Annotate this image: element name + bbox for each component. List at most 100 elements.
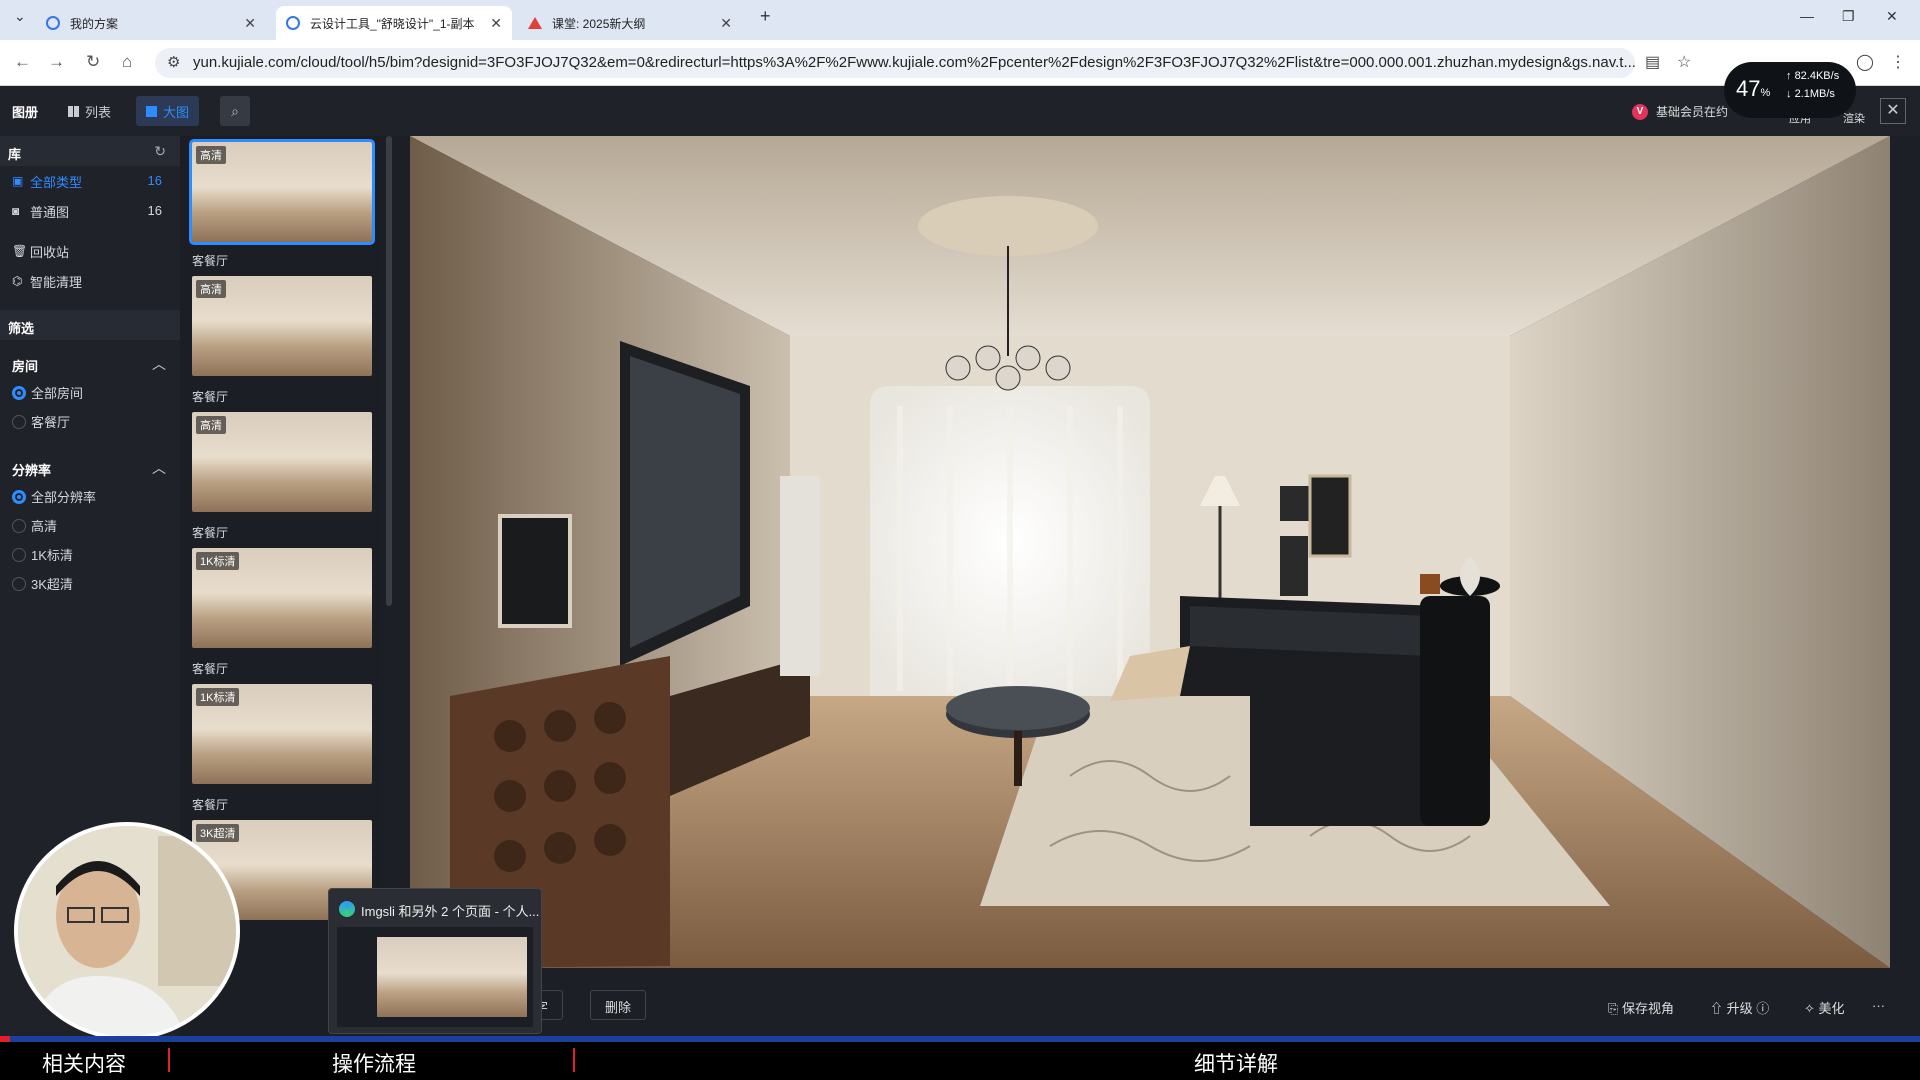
vip-icon: V	[1632, 103, 1648, 120]
chevron-up-icon[interactable]: ︿	[152, 354, 166, 374]
bottom-action-bar: 字 删除 ⎘ 保存视角 ⇧ 升级 ⓘ ✧ 美化 ···	[410, 984, 1890, 1026]
resolution-option-hd[interactable]: 高清	[0, 511, 180, 540]
list-view-button[interactable]: 列表	[58, 96, 121, 126]
minimize-icon[interactable]: —	[1800, 8, 1814, 24]
option-label: 1K标清	[31, 548, 73, 563]
kujiale-icon	[286, 16, 300, 30]
reload-icon[interactable]: ↻	[86, 52, 100, 72]
bookmark-star-icon[interactable]: ☆	[1677, 52, 1691, 72]
close-tab-icon[interactable]: ✕	[490, 15, 502, 32]
thumbnail[interactable]: 1K标清	[192, 548, 372, 648]
save-view-icon: ⎘	[1608, 1001, 1623, 1016]
search-icon: ⌕	[231, 103, 239, 119]
popup-title: Imgsli 和另外 2 个页面 - 个人...	[361, 904, 540, 919]
save-view-button[interactable]: ⎘ 保存视角	[1608, 998, 1674, 1017]
upload-speed-value: 82.4KB/s	[1794, 70, 1840, 82]
screen: { "browser": { "tabs": [ {"title": "我的方案…	[0, 0, 1920, 1080]
site-settings-icon[interactable]: ⚙	[167, 53, 180, 71]
window-preview-popup[interactable]: Imgsli 和另外 2 个页面 - 个人...	[328, 888, 542, 1034]
resolution-badge: 1K标清	[196, 688, 240, 706]
tab-course[interactable]: 课堂: 2025新大纲 ✕	[518, 6, 742, 40]
trash-item[interactable]: 🗑 回收站	[0, 236, 180, 266]
beautify-button[interactable]: ✧ 美化	[1804, 998, 1845, 1017]
resolution-badge: 高清	[196, 416, 226, 434]
resolution-option-3k[interactable]: 3K超清	[0, 569, 180, 598]
refresh-icon[interactable]: ↻	[154, 143, 166, 160]
living-room-render	[410, 136, 1890, 968]
caption-process: 操作流程	[332, 1053, 416, 1076]
download-speed-value: 2.1MB/s	[1794, 88, 1835, 100]
radio-icon	[12, 547, 26, 562]
clipboard-icon[interactable]: ▤	[1645, 52, 1660, 72]
percent-unit: %	[1760, 87, 1771, 99]
forward-icon[interactable]: →	[48, 52, 65, 72]
thumbnail[interactable]: 1K标清	[192, 684, 372, 784]
more-button[interactable]: ···	[1872, 998, 1885, 1013]
thumbnail[interactable]: 高清	[192, 412, 372, 512]
tab-design-tool[interactable]: 云设计工具_"舒晓设计"_1-副本 ✕	[276, 6, 512, 40]
smart-clean-item[interactable]: ⌬ 智能清理	[0, 266, 180, 296]
room-option-living[interactable]: 客餐厅	[0, 407, 180, 436]
radio-icon	[12, 576, 26, 591]
search-button[interactable]: ⌕	[220, 96, 250, 126]
beautify-label: 美化	[1818, 1001, 1845, 1016]
close-panel-button[interactable]: ✕	[1880, 98, 1906, 124]
tab-title: 云设计工具_"舒晓设计"_1-副本	[310, 16, 475, 31]
chevron-up-icon[interactable]: ︿	[152, 458, 166, 478]
room-filter-title[interactable]: 房间 ︿	[0, 348, 180, 378]
grid-icon	[68, 105, 79, 117]
profile-icon[interactable]: ◯	[1856, 52, 1874, 72]
close-tab-icon[interactable]: ✕	[244, 15, 256, 32]
home-icon[interactable]: ⌂	[122, 52, 132, 72]
large-view-button[interactable]: 大图	[136, 96, 200, 126]
resolution-filter-title[interactable]: 分辨率 ︿	[0, 452, 180, 482]
caption-related: 相关内容	[42, 1053, 126, 1076]
webcam-overlay	[14, 822, 240, 1040]
back-icon[interactable]: ←	[14, 52, 31, 72]
resolution-option-1k[interactable]: 1K标清	[0, 540, 180, 569]
thumbnail[interactable]: 高清	[192, 276, 372, 376]
caption-details: 细节详解	[1194, 1053, 1278, 1076]
broom-icon: ⌬	[12, 274, 23, 288]
render-label: 渲染	[1843, 113, 1865, 125]
close-tab-icon[interactable]: ✕	[720, 15, 732, 32]
restore-icon[interactable]: ❐	[1842, 8, 1855, 25]
app-toolbar: 图册 列表 大图 ⌕ V 基础会员在约 应用 渲染 ✕	[0, 86, 1920, 136]
large-view-label: 大图	[163, 104, 190, 120]
tab-my-plans[interactable]: 我的方案 ✕	[36, 6, 266, 40]
thumbnail[interactable]: 高清	[189, 139, 375, 245]
upgrade-icon: ⇧	[1710, 1001, 1727, 1016]
url-field[interactable]: ⚙ yun.kujiale.com/cloud/tool/h5/bim?desi…	[155, 48, 1635, 78]
thumbnail-scrollbar[interactable]	[386, 136, 392, 606]
type-all[interactable]: ▣ 全部类型 16	[0, 166, 180, 196]
filter-label: 筛选	[8, 321, 35, 336]
download-speed: ↓ 2.1MB/s	[1786, 88, 1835, 100]
image-icon	[146, 105, 157, 117]
rendered-image[interactable]	[410, 136, 1890, 968]
upload-speed: ↑ 82.4KB/s	[1786, 70, 1840, 82]
radio-icon	[12, 385, 26, 400]
room-option-all[interactable]: 全部房间	[0, 378, 180, 407]
option-label: 全部房间	[31, 386, 84, 401]
upgrade-button[interactable]: ⇧ 升级 ⓘ	[1710, 998, 1769, 1017]
browser-tab-bar: ⌄ 我的方案 ✕ 云设计工具_"舒晓设计"_1-副本 ✕ 课堂: 2025新大纲…	[0, 0, 1920, 40]
page-title: 图册	[12, 105, 39, 120]
caption-bar: 相关内容 操作流程 细节详解	[0, 1042, 1920, 1080]
resolution-filter-label: 分辨率	[12, 463, 52, 478]
member-status[interactable]: V 基础会员在约	[1632, 103, 1728, 120]
delete-button[interactable]: 删除	[590, 990, 647, 1020]
trash-icon: 🗑	[12, 244, 28, 258]
camera-icon: ◙	[12, 204, 20, 218]
close-window-icon[interactable]: ✕	[1886, 8, 1898, 25]
tab-list-icon[interactable]: ⌄	[14, 8, 26, 25]
new-tab-icon[interactable]: +	[760, 6, 771, 27]
resolution-badge: 高清	[196, 280, 226, 298]
option-label: 全部分辨率	[31, 490, 97, 505]
browser-menu-icon[interactable]: ⋮	[1890, 52, 1906, 72]
cpu-percent: 47%	[1736, 76, 1770, 102]
info-icon[interactable]: ⓘ	[1753, 1001, 1769, 1016]
resolution-option-all[interactable]: 全部分辨率	[0, 482, 180, 511]
caption-divider	[573, 1048, 575, 1072]
type-normal[interactable]: ◙ 普通图 16	[0, 196, 180, 226]
